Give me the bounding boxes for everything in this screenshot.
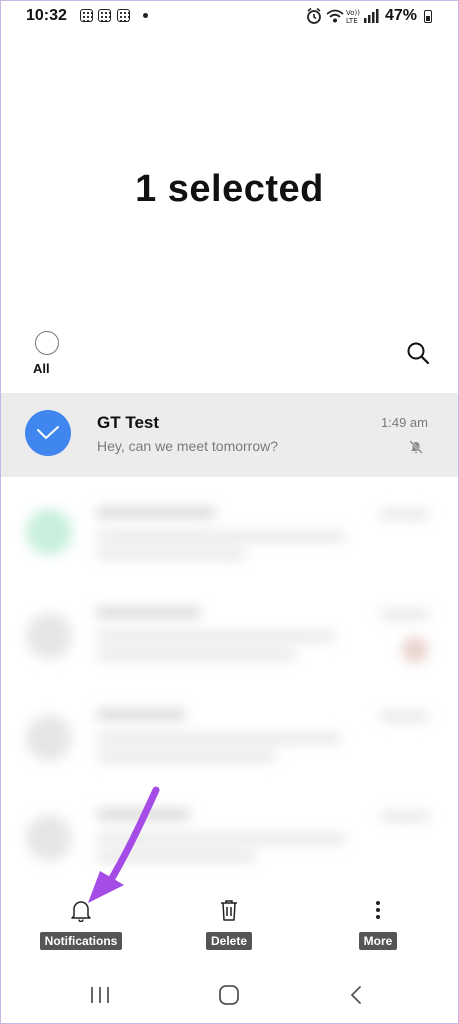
notifications-muted-icon bbox=[409, 440, 423, 454]
annotation-arrow bbox=[88, 786, 160, 903]
page-title: 1 selected bbox=[135, 168, 324, 210]
delete-label: Delete bbox=[205, 932, 253, 950]
avatar bbox=[26, 509, 72, 555]
svg-text:LTE: LTE bbox=[346, 17, 358, 25]
recent-apps-icon[interactable] bbox=[89, 985, 111, 1005]
search-icon[interactable] bbox=[405, 340, 431, 366]
list-item bbox=[0, 789, 459, 889]
list-item bbox=[0, 689, 459, 789]
trash-icon bbox=[221, 900, 237, 921]
conversation-row-selected[interactable]: GT Test Hey, can we meet tomorrow? 1:49 … bbox=[0, 393, 459, 477]
svg-text:Vo)): Vo)) bbox=[346, 9, 360, 17]
battery-icon bbox=[424, 10, 432, 23]
more-vertical-icon bbox=[376, 901, 380, 919]
back-icon[interactable] bbox=[348, 985, 364, 1005]
signal-icon bbox=[364, 9, 379, 23]
checkbox-circle-icon bbox=[35, 331, 59, 355]
avatar bbox=[26, 815, 72, 861]
bell-icon bbox=[71, 901, 91, 923]
app-notification-icon bbox=[98, 9, 111, 22]
conversation-name: GT Test bbox=[97, 413, 160, 432]
checked-avatar[interactable] bbox=[25, 410, 71, 456]
status-bar: 10:32 Vo)) LTE 47% bbox=[0, 0, 459, 34]
select-all-checkbox[interactable]: All bbox=[33, 331, 65, 376]
conversation-preview: Hey, can we meet tomorrow? bbox=[97, 438, 279, 454]
checkmark-icon bbox=[37, 426, 59, 440]
avatar bbox=[26, 613, 72, 659]
app-notification-icon bbox=[80, 9, 93, 22]
notifications-label: Notifications bbox=[39, 932, 123, 950]
avatar bbox=[26, 715, 72, 761]
select-all-label: All bbox=[33, 361, 50, 376]
more-label: More bbox=[358, 932, 398, 950]
volte-icon: Vo)) LTE bbox=[346, 9, 360, 25]
list-item bbox=[0, 587, 459, 687]
notifications-button[interactable]: Notifications bbox=[31, 898, 131, 950]
status-time: 10:32 bbox=[26, 7, 67, 24]
conversation-list-blurred bbox=[0, 477, 459, 867]
more-button[interactable]: More bbox=[348, 898, 408, 950]
list-item bbox=[0, 485, 459, 585]
app-notification-icon bbox=[117, 9, 130, 22]
home-icon[interactable] bbox=[218, 985, 240, 1005]
more-notifications-dot-icon bbox=[143, 13, 148, 18]
wifi-icon bbox=[326, 9, 344, 23]
battery-percent: 47% bbox=[385, 7, 418, 24]
delete-button[interactable]: Delete bbox=[199, 898, 259, 950]
conversation-time: 1:49 am bbox=[381, 415, 428, 430]
alarm-icon bbox=[307, 7, 321, 24]
